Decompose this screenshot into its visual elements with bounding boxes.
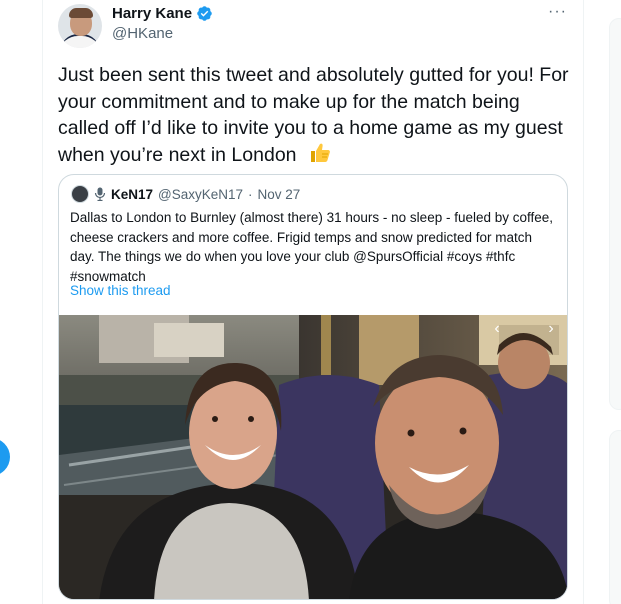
author-name[interactable]: Harry Kane (112, 5, 192, 22)
author-handle[interactable]: @HKane (112, 25, 173, 42)
sidebar-card (609, 430, 621, 604)
author-avatar[interactable] (58, 4, 102, 48)
verified-badge-icon (197, 6, 212, 21)
quoted-date: Nov 27 (257, 186, 301, 202)
column-divider-left (42, 0, 43, 604)
compose-tweet-button[interactable] (0, 438, 10, 476)
timeline-view: Harry Kane @HKane ··· Just been sent thi… (0, 0, 621, 604)
more-icon[interactable]: ··· (548, 2, 567, 22)
next-image-icon[interactable]: › (539, 319, 563, 341)
show-thread-link[interactable]: Show this thread (70, 283, 171, 298)
microphone-icon (94, 187, 106, 201)
quoted-author-handle: @SaxyKeN17 (158, 186, 244, 202)
author-name-row[interactable]: Harry Kane (112, 5, 213, 22)
thumbs-up-icon (310, 143, 330, 162)
quoted-author-avatar (71, 185, 89, 203)
sidebar-card (609, 18, 621, 410)
quoted-tweet-text: Dallas to London to Burnley (almost ther… (70, 210, 554, 284)
quoted-separator: · (248, 186, 253, 202)
quoted-author-name: KeN17 (111, 186, 154, 202)
previous-image-icon[interactable]: ‹ (485, 319, 509, 341)
quoted-tweet-photo[interactable]: ‹ › (59, 315, 567, 599)
tweet-text: Just been sent this tweet and absolutely… (58, 62, 570, 168)
quoted-tweet[interactable]: KeN17 @SaxyKeN17 · Nov 27 Dallas to Lond… (58, 174, 568, 600)
selfie-photo (59, 315, 567, 599)
quoted-tweet-header: KeN17 @SaxyKeN17 · Nov 27 (71, 185, 300, 203)
column-divider-right (583, 0, 584, 604)
